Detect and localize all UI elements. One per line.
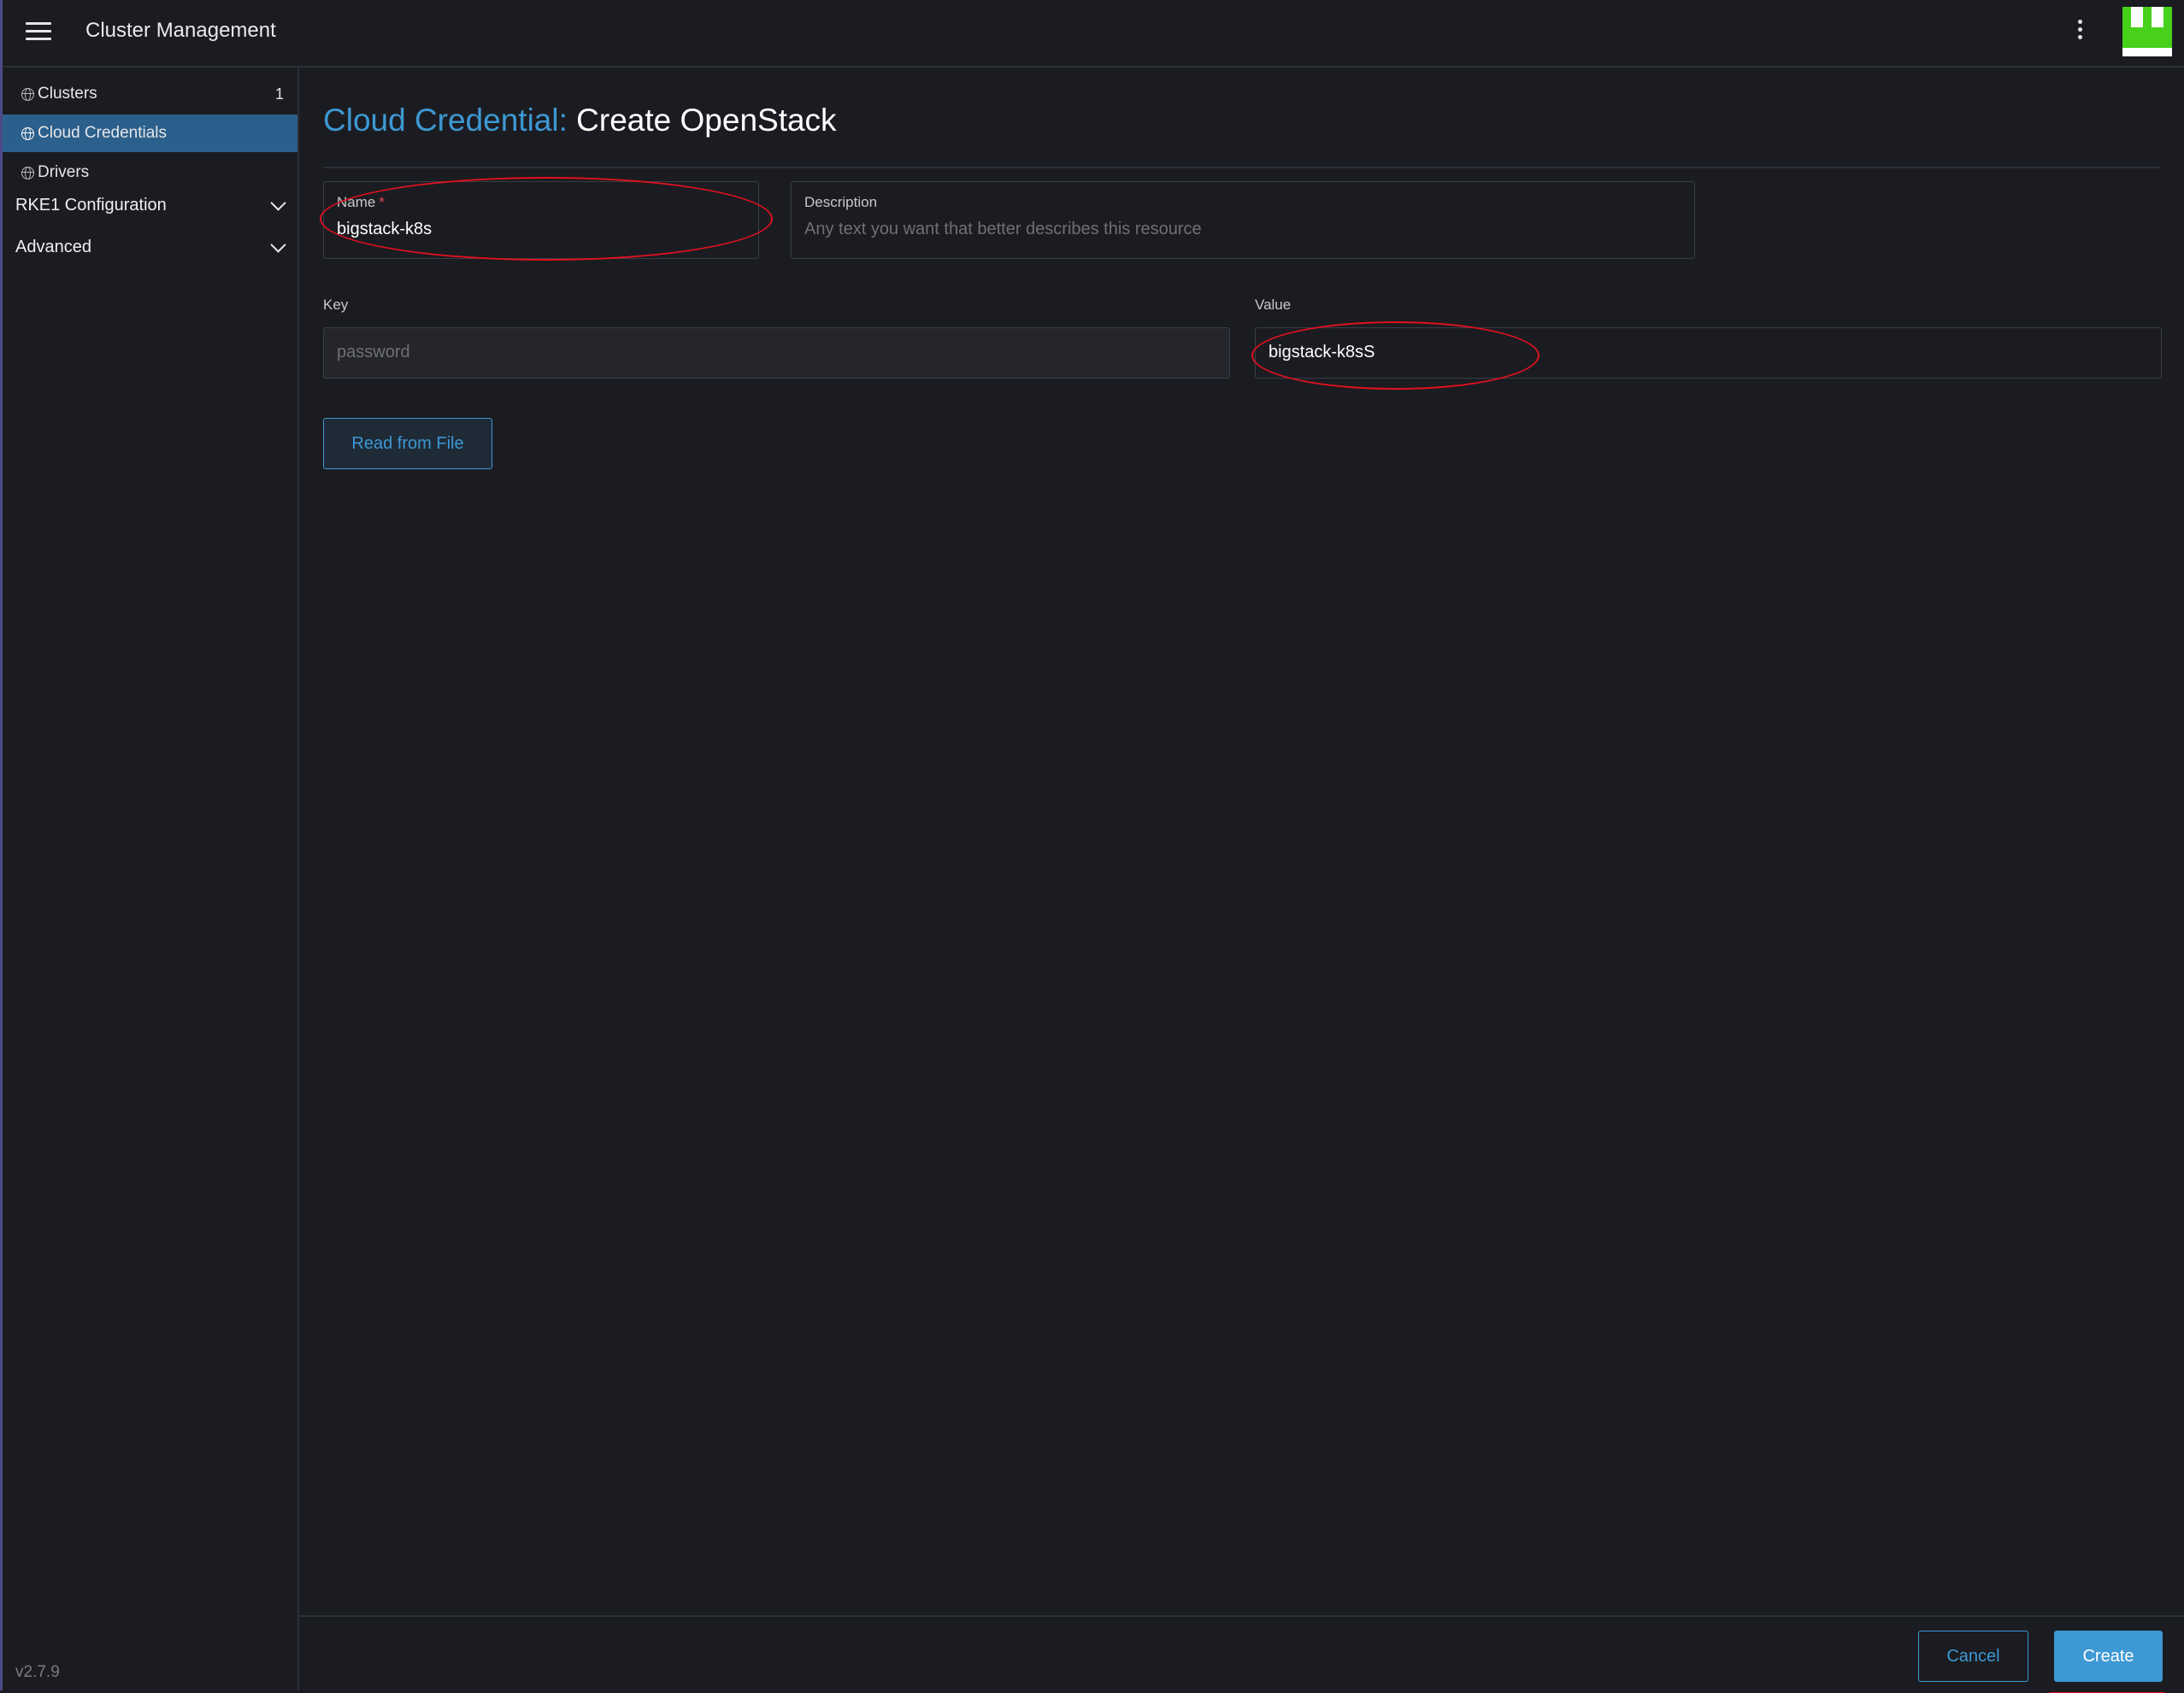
value-label: Value — [1255, 297, 1292, 313]
read-from-file-button[interactable]: Read from File — [323, 418, 492, 469]
sidebar-group-advanced[interactable]: Advanced — [3, 227, 297, 267]
top-header: Cluster Management — [3, 0, 2184, 68]
sidebar-group-label: RKE1 Configuration — [15, 195, 167, 215]
sidebar: Clusters 1 Cloud Credentials Drivers RKE… — [3, 68, 299, 1690]
globe-icon — [21, 166, 34, 179]
description-field-label: Description — [804, 194, 878, 210]
name-input-value[interactable]: bigstack-k8s — [337, 220, 432, 239]
version-label: v2.7.9 — [15, 1663, 60, 1681]
sidebar-item-label: Drivers — [38, 163, 90, 181]
sidebar-group-rke1-configuration[interactable]: RKE1 Configuration — [3, 185, 297, 225]
create-button[interactable]: Create — [2054, 1631, 2163, 1682]
title-divider — [323, 167, 2161, 168]
breadcrumb-link[interactable]: Cloud Credential: — [323, 103, 568, 138]
value-input-text: bigstack-k8sS — [1269, 343, 1375, 362]
key-input-placeholder: password — [337, 343, 410, 362]
kebab-menu-icon[interactable] — [2071, 17, 2088, 48]
app-title: Cluster Management — [85, 19, 276, 42]
globe-icon — [21, 87, 34, 101]
description-input-placeholder[interactable]: Any text you want that better describes … — [804, 220, 1202, 239]
page-title: Cloud Credential: Create OpenStack — [323, 103, 837, 138]
value-input[interactable]: bigstack-k8sS — [1255, 327, 2162, 379]
sidebar-group-label: Advanced — [15, 237, 91, 256]
name-field[interactable]: Name * bigstack-k8s — [323, 181, 759, 259]
name-field-label: Name * — [337, 194, 385, 210]
page-title-text: Create OpenStack — [576, 103, 837, 138]
key-label: Key — [323, 297, 349, 313]
description-field[interactable]: Description Any text you want that bette… — [791, 181, 1695, 259]
sidebar-item-cloud-credentials[interactable]: Cloud Credentials — [3, 115, 297, 152]
cancel-button[interactable]: Cancel — [1918, 1631, 2028, 1682]
sidebar-item-label: Cloud Credentials — [38, 124, 168, 142]
clusters-count: 1 — [274, 85, 284, 103]
user-avatar[interactable] — [2122, 7, 2172, 56]
key-input[interactable]: password — [323, 327, 1230, 379]
form-footer — [299, 1615, 2184, 1692]
sidebar-item-clusters[interactable]: Clusters 1 — [3, 75, 297, 113]
chevron-down-icon — [270, 236, 286, 253]
sidebar-item-label: Clusters — [38, 85, 97, 103]
chevron-down-icon — [270, 194, 286, 211]
hamburger-menu-icon[interactable] — [26, 22, 51, 41]
globe-icon — [21, 126, 34, 140]
